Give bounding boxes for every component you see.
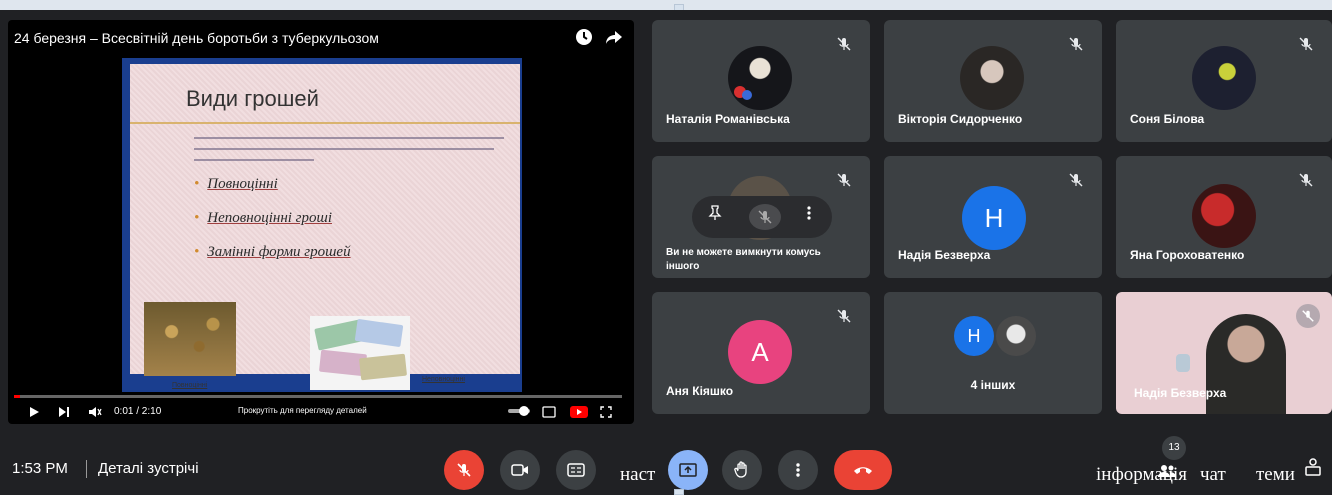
participant-avatar <box>996 316 1036 356</box>
mic-off-icon <box>1298 172 1314 188</box>
mic-off-icon <box>1296 304 1320 328</box>
meeting-details-link[interactable]: Деталі зустрічі <box>98 460 199 477</box>
participant-tile-3[interactable]: Соня Білова <box>1116 20 1332 142</box>
slide-note-lines <box>194 128 512 168</box>
mic-off-button[interactable] <box>444 450 484 490</box>
bottom-bar: 1:53 PM Деталі зустрічі наст інформація … <box>0 436 1332 495</box>
raise-hand-button[interactable] <box>722 450 762 490</box>
captions-button[interactable] <box>556 450 596 490</box>
participant-count-badge: 13 <box>1162 436 1186 460</box>
activities-label[interactable]: теми <box>1256 464 1295 486</box>
mic-off-icon[interactable] <box>749 204 781 230</box>
mic-off-icon <box>1068 172 1084 188</box>
participant-tile-4[interactable]: Ви не можете вимкнути комусь іншого <box>652 156 870 278</box>
participant-avatar <box>1192 184 1256 248</box>
coins-image <box>144 302 236 376</box>
participant-initial: Н <box>962 186 1026 250</box>
participant-name: Наталія Романівська <box>666 112 790 126</box>
slide-frame: Види грошей Повноцінні Неповноцінні грош… <box>122 58 522 392</box>
mic-off-icon <box>1068 36 1084 52</box>
scroll-hint: Прокрутіть для перегляду деталей <box>238 406 367 415</box>
fullscreen-icon[interactable] <box>600 406 612 421</box>
slide-title: Види грошей <box>186 86 319 111</box>
participant-avatar <box>728 46 792 110</box>
participant-notice: Ви не можете вимкнути комусь іншого <box>666 247 821 272</box>
participant-name: 4 інших <box>970 378 1016 392</box>
people-icon[interactable] <box>1158 464 1176 483</box>
participant-tile-6[interactable]: Яна Гороховатенко <box>1116 156 1332 278</box>
participant-tile-5[interactable]: Н Надія Безверха <box>884 156 1102 278</box>
video-title: 24 березня – Всесвітній день боротьби з … <box>14 30 379 46</box>
participant-tile-7[interactable]: А Аня Кіяшко <box>652 292 870 414</box>
slide-bullet-2: Неповноцінні гроші <box>194 210 332 227</box>
caption-left: Повноцінні <box>172 382 208 389</box>
self-view-tile[interactable]: Надія Безверха <box>1116 292 1332 414</box>
banknotes-image <box>310 316 410 390</box>
mic-off-icon <box>836 36 852 52</box>
watch-later-icon[interactable] <box>574 28 594 48</box>
play-icon[interactable] <box>28 406 40 421</box>
slide: Види грошей Повноцінні Неповноцінні грош… <box>130 64 520 390</box>
mic-off-icon <box>836 172 852 188</box>
video-progress-fill <box>14 395 21 398</box>
youtube-logo-icon[interactable] <box>570 406 588 421</box>
participant-tile-1[interactable]: Наталія Романівська <box>652 20 870 142</box>
background-object <box>1176 354 1190 372</box>
window-top-strip <box>0 0 1332 10</box>
next-icon[interactable] <box>58 406 70 421</box>
participant-tile-2[interactable]: Вікторія Сидорченко <box>884 20 1102 142</box>
settings-label: наст <box>620 464 656 485</box>
participant-avatar <box>960 46 1024 110</box>
video-progress-bar[interactable] <box>14 395 622 398</box>
participant-name: Надія Безверха <box>898 248 991 262</box>
pin-icon[interactable] <box>702 204 728 230</box>
participant-initial: Н <box>954 316 994 356</box>
slide-bullet-1: Повноцінні <box>194 176 278 193</box>
camera-button[interactable] <box>500 450 540 490</box>
leave-call-button[interactable] <box>834 450 892 490</box>
participant-hover-toolbar <box>692 196 832 238</box>
present-now-button[interactable] <box>668 450 708 490</box>
volume-muted-icon[interactable] <box>88 406 102 421</box>
participant-avatar <box>1192 46 1256 110</box>
mic-off-icon <box>836 308 852 324</box>
subtitles-icon[interactable] <box>542 406 556 421</box>
autoplay-toggle-icon[interactable] <box>508 406 530 419</box>
clock: 1:53 PM <box>12 460 68 477</box>
video-controls: 0:01 / 2:10 Прокрутіть для перегляду дет… <box>8 404 634 424</box>
video-time: 0:01 / 2:10 <box>114 406 162 417</box>
slide-bullet-3: Замінні форми грошей <box>194 244 350 261</box>
meet-window: 24 березня – Всесвітній день боротьби з … <box>0 10 1332 495</box>
participant-name: Аня Кіяшко <box>666 384 734 398</box>
resize-handle-bottom[interactable] <box>674 489 684 495</box>
activities-icon[interactable] <box>1304 458 1322 481</box>
mic-off-icon <box>1298 36 1314 52</box>
slide-divider <box>130 122 520 124</box>
more-options-button[interactable] <box>778 450 818 490</box>
chat-label[interactable]: чат <box>1200 464 1226 486</box>
caption-right: Неповноцінні <box>422 376 465 383</box>
participant-initial: А <box>728 320 792 384</box>
more-vert-icon[interactable] <box>796 204 822 230</box>
participant-name: Вікторія Сидорченко <box>898 112 1023 126</box>
participant-name: Надія Безверха <box>1134 386 1227 400</box>
share-icon[interactable] <box>604 28 624 48</box>
participant-name: Яна Гороховатенко <box>1130 248 1245 262</box>
separator <box>86 460 87 478</box>
participant-name: Соня Білова <box>1130 112 1205 126</box>
participant-tile-others[interactable]: Н 4 інших <box>884 292 1102 414</box>
presentation-area[interactable]: 24 березня – Всесвітній день боротьби з … <box>8 20 634 424</box>
